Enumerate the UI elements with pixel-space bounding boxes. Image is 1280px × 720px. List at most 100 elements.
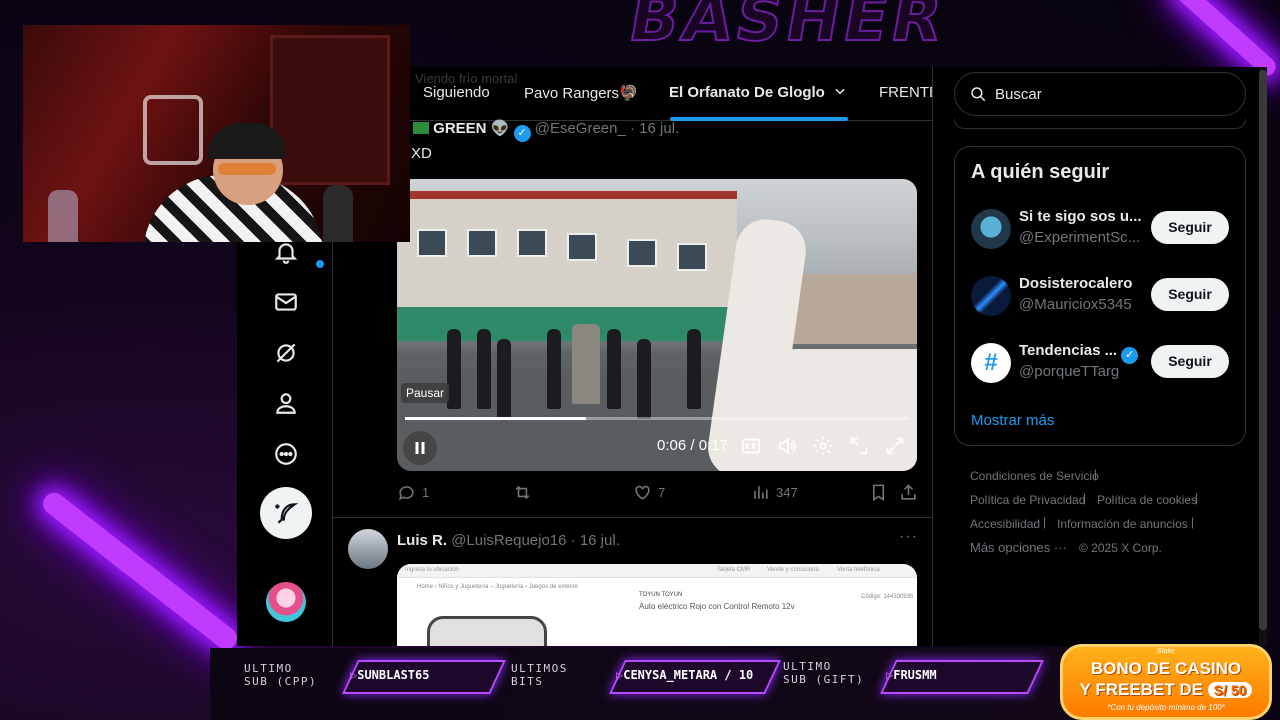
retweet-button[interactable] bbox=[513, 483, 532, 502]
search-icon bbox=[971, 87, 986, 102]
tweet-2-author-name[interactable]: Luis R. bbox=[397, 532, 447, 549]
tweet-2-more-button[interactable]: ··· bbox=[899, 528, 918, 546]
tweet-2-handle[interactable]: @LuisRequejo16 bbox=[451, 532, 566, 549]
follow-suggestion[interactable]: Dosisterocalero @Mauriciox5345 Seguir bbox=[971, 274, 1231, 320]
shot-topbar: Ingresa tu ubicación Tarjeta CMR Vende y… bbox=[397, 564, 917, 578]
webcam-microphone bbox=[323, 185, 353, 242]
views-button[interactable]: 347 bbox=[751, 483, 798, 502]
shot-venta: Venta telefónica bbox=[837, 567, 880, 573]
search-placeholder: Buscar bbox=[995, 85, 1042, 103]
more-options-button[interactable] bbox=[264, 432, 308, 476]
account-avatar[interactable] bbox=[266, 582, 306, 622]
casino-brand: Stake bbox=[1157, 648, 1175, 655]
suggestion-handle: @Mauriciox5345 bbox=[1019, 296, 1132, 313]
footer-ads-link[interactable]: Información de anuncios bbox=[1057, 517, 1188, 531]
stream-alerts-bar: ULTIMO SUB (CPP) ▷SUNBLAST65 ULTIMOS BIT… bbox=[210, 648, 1080, 720]
last-sub-cpp-value: ▷SUNBLAST65 bbox=[350, 668, 430, 682]
picture-in-picture-button[interactable] bbox=[848, 435, 872, 459]
tweet-1-date[interactable]: · 16 jul. bbox=[630, 120, 679, 137]
follow-suggestion[interactable]: # Tendencias ... ✓ @porqueTTarg Seguir bbox=[971, 341, 1231, 387]
casino-line-1: BONO DE CASINO bbox=[1090, 659, 1242, 678]
profile-button[interactable] bbox=[264, 381, 308, 425]
volume-button[interactable] bbox=[776, 435, 800, 459]
pause-button[interactable] bbox=[403, 431, 437, 465]
view-count: 347 bbox=[776, 485, 798, 500]
tab-label: El Orfanato De Gloglo bbox=[669, 84, 825, 101]
compose-post-button[interactable] bbox=[260, 487, 312, 539]
chevron-down-icon bbox=[835, 88, 845, 95]
suggestion-name: Dosisterocalero bbox=[1019, 275, 1133, 292]
reply-button[interactable]: 1 bbox=[397, 483, 429, 502]
last-bits-label: ULTIMOS BITS bbox=[511, 662, 568, 688]
footer-cookies-link[interactable]: Política de cookies bbox=[1097, 493, 1197, 507]
tweet-1-video-player[interactable]: Pausar 0:06 / 0:17 bbox=[397, 179, 917, 471]
suggestion-avatar bbox=[971, 276, 1011, 316]
shot-breadcrumb: Home › Niños y Juguetería – Juguetería ›… bbox=[417, 584, 579, 590]
tab-pavo-rangers[interactable]: Pavo Rangers🦃 bbox=[524, 84, 638, 102]
bar-chart-icon bbox=[754, 486, 768, 499]
timeline-tabs: Viendo frío mortal Siguiendo Pavo Ranger… bbox=[333, 67, 932, 121]
grok-button[interactable] bbox=[264, 331, 308, 375]
footer-privacy-link[interactable]: Política de Privacidad bbox=[970, 493, 1085, 507]
search-input[interactable]: Buscar bbox=[954, 72, 1246, 116]
casino-line-2: Y FREEBET DE S/ 50 bbox=[1063, 680, 1269, 700]
reply-count: 1 bbox=[422, 485, 430, 500]
follow-button[interactable]: Seguir bbox=[1151, 211, 1229, 244]
video-time: 0:06 / 0:17 bbox=[657, 437, 728, 454]
who-to-follow-title: A quién seguir bbox=[971, 161, 1110, 183]
heart-icon bbox=[635, 485, 650, 500]
notification-dot bbox=[314, 258, 326, 270]
footer-terms-link[interactable]: Condiciones de Servicio bbox=[970, 469, 1099, 483]
footer-divider: | bbox=[1083, 491, 1087, 505]
right-sidebar: Buscar A quién seguir Si te sigo sos u..… bbox=[933, 67, 1259, 646]
like-button[interactable]: 7 bbox=[633, 483, 665, 502]
stream-screen: BASHER Viendo frío mortal Siguiendo Pavo… bbox=[0, 0, 1280, 720]
feather-plus-icon bbox=[275, 503, 299, 524]
who-to-follow-panel: A quién seguir Si te sigo sos u... @Expe… bbox=[954, 146, 1246, 446]
last-sub-gift-label: ULTIMO SUB (GIFT) bbox=[783, 660, 865, 686]
person-icon bbox=[276, 393, 296, 414]
footer-accessibility-link[interactable]: Accesibilidad bbox=[970, 517, 1040, 531]
left-nav bbox=[237, 210, 332, 646]
gear-icon bbox=[813, 436, 833, 456]
scrollbar-thumb[interactable] bbox=[1259, 70, 1267, 630]
tweet-2-image[interactable]: Ingresa tu ubicación Tarjeta CMR Vende y… bbox=[397, 564, 917, 646]
settings-button[interactable] bbox=[812, 435, 836, 459]
ellipsis-circle-icon bbox=[275, 443, 297, 465]
active-tab-indicator bbox=[670, 117, 848, 121]
follow-button[interactable]: Seguir bbox=[1151, 278, 1229, 311]
video-building bbox=[397, 191, 737, 341]
footer-more-options[interactable]: Más opciones ··· bbox=[970, 540, 1067, 555]
fullscreen-button[interactable] bbox=[884, 435, 908, 459]
tweet-2-avatar[interactable] bbox=[348, 529, 388, 569]
footer-divider: | bbox=[1094, 467, 1098, 481]
bookmark-button[interactable] bbox=[869, 483, 888, 502]
bookmark-icon bbox=[872, 484, 885, 502]
follow-suggestion[interactable]: Si te sigo sos u... @ExperimentSc... Seg… bbox=[971, 207, 1231, 253]
tweet-1-author-name[interactable]: GREEN bbox=[433, 120, 486, 137]
pip-icon bbox=[850, 437, 868, 455]
tweet-1-handle[interactable]: @EseGreen_ bbox=[535, 120, 626, 137]
video-progress-fill bbox=[405, 417, 587, 420]
suggestion-handle: @porqueTTarg bbox=[1019, 363, 1120, 380]
shot-title: Auto eléctrico Rojo con Control Remoto 1… bbox=[639, 602, 795, 611]
tab-frente[interactable]: FRENTE bbox=[879, 84, 932, 101]
hashtag-avatar-icon: # bbox=[971, 343, 1011, 383]
show-more-link[interactable]: Mostrar más bbox=[971, 412, 1054, 429]
video-progress-bar[interactable] bbox=[405, 417, 909, 420]
reply-icon bbox=[398, 486, 414, 501]
like-count: 7 bbox=[658, 485, 666, 500]
follow-button[interactable]: Seguir bbox=[1151, 345, 1229, 378]
webcam-bottle bbox=[48, 190, 78, 242]
tweet-separator bbox=[333, 517, 932, 518]
tweet-2-date[interactable]: · 16 jul. bbox=[571, 532, 620, 549]
last-sub-gift-value: ▷FRUSMM bbox=[886, 668, 937, 682]
tab-el-orfanato-de-gloglo[interactable]: El Orfanato De Gloglo bbox=[669, 84, 847, 101]
tweet-2-header: Luis R. @LuisRequejo16 · 16 jul. bbox=[397, 532, 620, 549]
suggestion-name: Si te sigo sos u... bbox=[1019, 208, 1142, 225]
pause-icon bbox=[415, 442, 425, 454]
captions-button[interactable] bbox=[740, 435, 764, 459]
messages-button[interactable] bbox=[264, 280, 308, 324]
tab-siguiendo[interactable]: Siguiendo bbox=[423, 84, 490, 101]
share-button[interactable] bbox=[899, 483, 918, 502]
